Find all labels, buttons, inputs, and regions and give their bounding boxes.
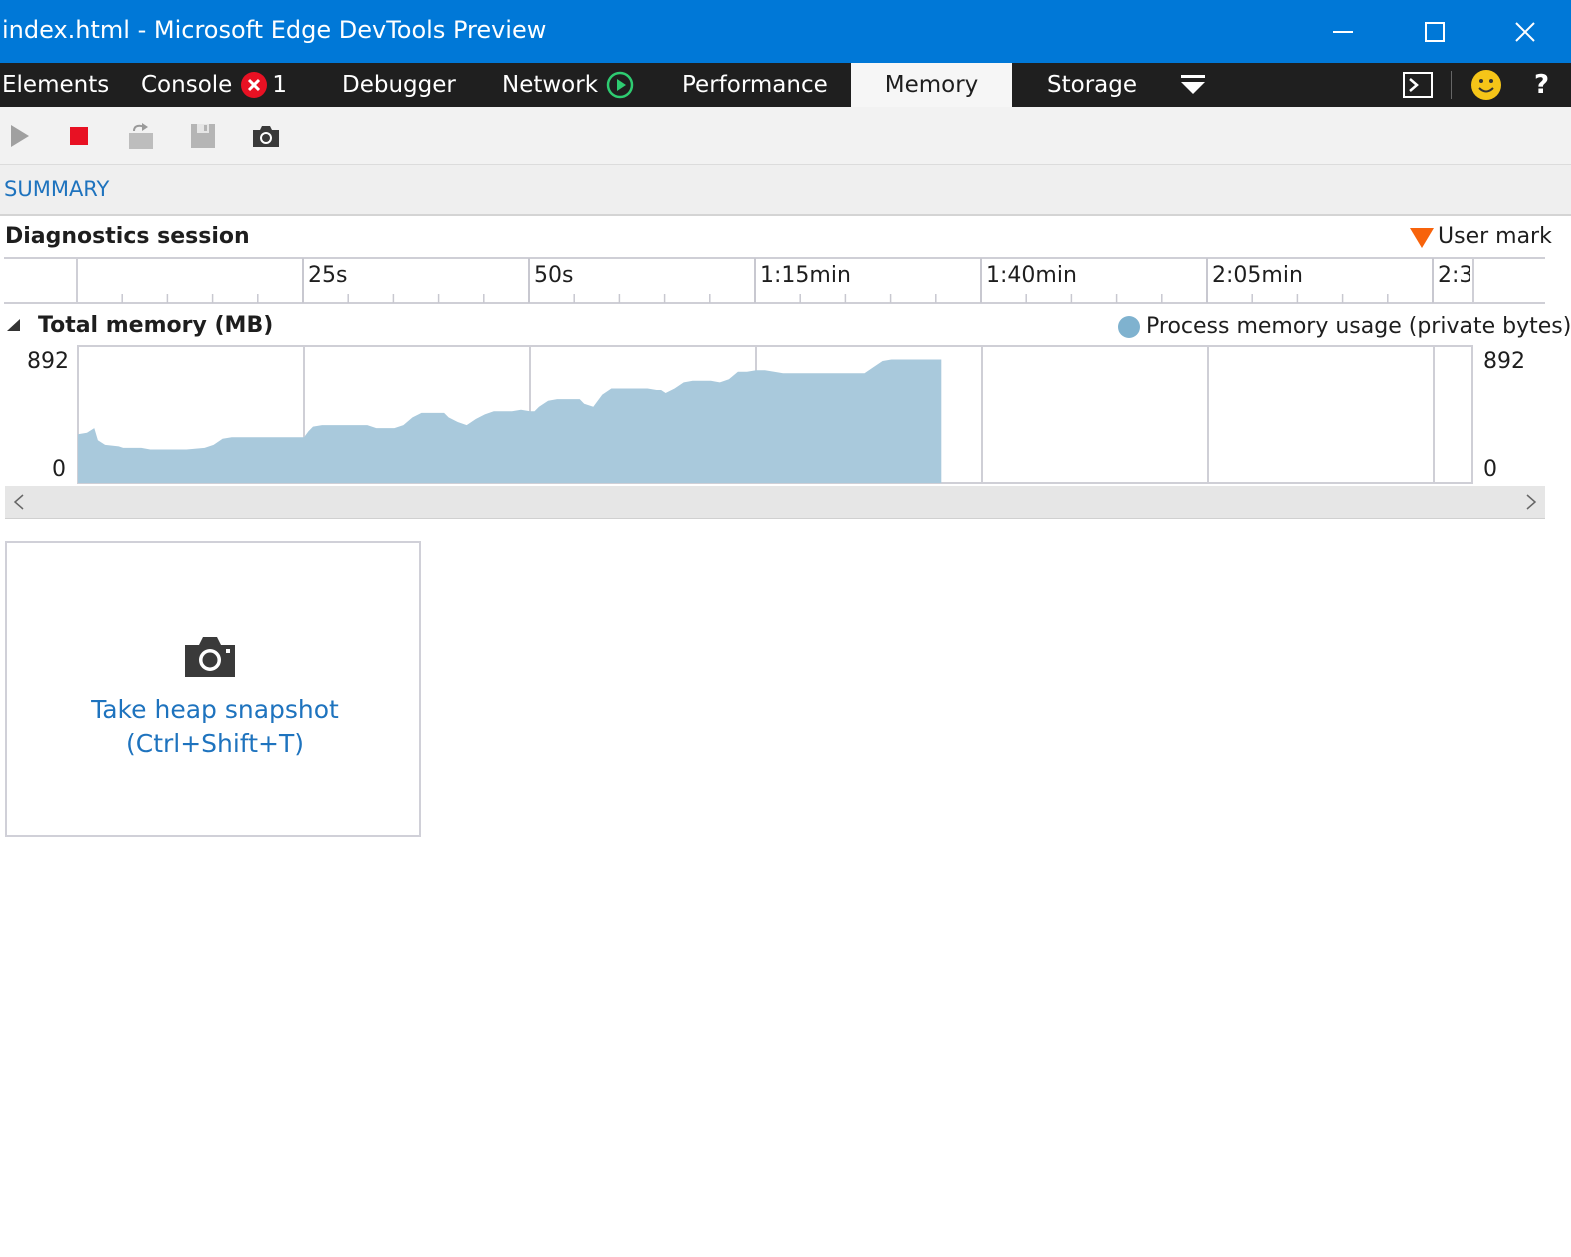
recording-play-icon [606,71,634,99]
memory-usage-chart[interactable] [77,345,1473,484]
terminal-icon [1403,72,1433,98]
tab-console-label: Console [141,72,233,98]
legend-label: Process memory usage (private bytes) [1146,314,1571,339]
tab-storage-label: Storage [1047,72,1137,98]
window-title: index.html - Microsoft Edge DevTools Pre… [2,16,547,44]
legend-swatch-circle [1118,316,1140,338]
take-snapshot-toolbar-button[interactable] [250,121,280,151]
y-axis-max-right: 892 [1483,349,1525,374]
window-title-bar: index.html - Microsoft Edge DevTools Pre… [0,0,1571,63]
legend-swatch-icon [1118,316,1140,338]
diagnostics-session-title: Diagnostics session [5,224,250,249]
take-heap-snapshot-link[interactable]: Take heap snapshot [7,695,423,724]
maximize-button[interactable] [1389,0,1481,63]
y-axis-min-right: 0 [1483,457,1497,482]
overflow-chevron-icon [1181,75,1205,94]
tab-network-label: Network [502,72,599,98]
tab-console[interactable]: Console 1 [141,63,287,107]
camera-icon [185,637,235,677]
error-icon [241,72,268,98]
heap-snapshot-shortcut: (Ctrl+Shift+T) [126,729,304,758]
y-axis-max-left: 892 [27,349,69,374]
stop-profiling-button[interactable] [64,121,94,151]
minimize-icon [1333,30,1353,33]
scroll-left-icon[interactable] [11,493,27,511]
import-session-button[interactable] [126,121,156,151]
tab-elements[interactable]: Elements [2,63,109,107]
close-window-button[interactable] [1479,0,1571,63]
summary-label: SUMMARY [4,177,110,201]
ruler-tick-label: 1:40min [986,263,1077,288]
feedback-button[interactable] [1469,63,1503,107]
maximize-icon [1425,21,1445,42]
scroll-right-icon[interactable] [1523,493,1539,511]
save-icon [191,124,215,148]
tab-performance[interactable]: Performance [682,63,828,107]
tab-memory-label: Memory [884,72,979,98]
tab-storage[interactable]: Storage [1047,63,1137,107]
stop-icon [70,127,88,145]
y-axis-min-left: 0 [52,457,66,482]
ruler-tick-label: 50s [534,263,574,288]
collapse-triangle-icon[interactable] [6,318,22,332]
tab-network[interactable]: Network [502,63,634,107]
ruler-tick-label: 1:15min [760,263,851,288]
ruler-tick-label: 25s [308,263,348,288]
take-heap-snapshot-tile[interactable]: Take heap snapshot (Ctrl+Shift+T) [5,541,421,837]
timeline-scrollbar[interactable] [5,486,1545,519]
more-tabs-button[interactable] [1178,63,1208,107]
ruler-tick-label: 2:30min [1438,263,1470,288]
tab-debugger[interactable]: Debugger [342,63,456,107]
tab-performance-label: Performance [682,72,828,98]
play-icon [11,125,29,147]
tool-tab-bar: Elements Console 1 Debugger Network Perf… [0,63,1571,107]
minimize-button[interactable] [1297,0,1389,63]
user-mark-icon [1410,228,1434,248]
memory-toolbar [0,107,1571,165]
help-icon: ? [1534,70,1550,100]
memory-graph-title: Total memory (MB) [38,313,274,338]
export-session-button[interactable] [188,121,218,151]
console-drawer-button[interactable] [1402,63,1434,107]
tab-memory[interactable]: Memory [851,63,1012,107]
help-button[interactable]: ? [1534,63,1549,107]
tab-debugger-label: Debugger [342,72,456,98]
user-mark-label: User mark [1438,224,1552,249]
ruler-tick-label: 2:05min [1212,263,1303,288]
tab-divider [1451,71,1452,99]
console-error-count: 1 [272,72,287,98]
start-profiling-button[interactable] [4,121,34,151]
tab-elements-label: Elements [2,72,110,98]
import-folder-icon [129,123,153,149]
camera-icon [253,126,279,147]
smiley-icon [1471,70,1501,100]
user-mark-triangle [1410,228,1434,248]
summary-header: SUMMARY [0,165,1571,216]
close-icon [1515,21,1535,42]
